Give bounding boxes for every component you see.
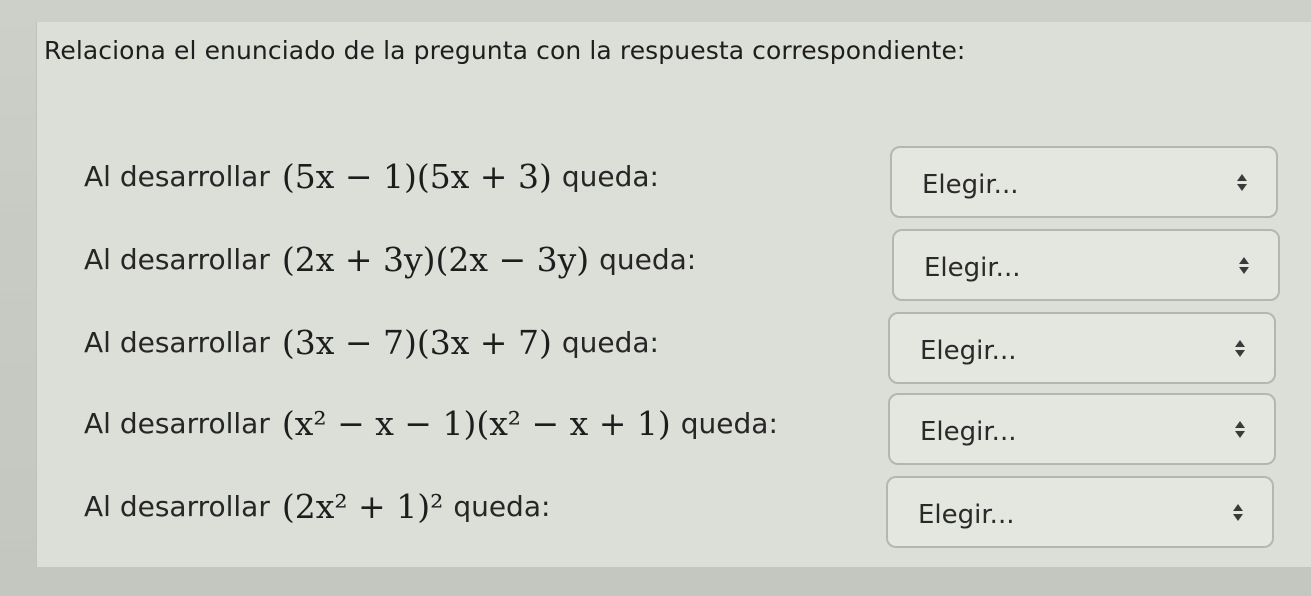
up-down-arrows-icon <box>1232 502 1244 524</box>
match-prompt: Al desarrollar (2x² + 1)² queda: <box>84 476 550 536</box>
up-down-arrows-icon <box>1234 419 1246 441</box>
prompt-lead: Al desarrollar <box>84 325 270 359</box>
answer-select[interactable]: Elegir... <box>892 229 1280 301</box>
match-row: Al desarrollar (x² − x − 1)(x² − x + 1) … <box>0 393 1311 473</box>
match-prompt: Al desarrollar (2x + 3y)(2x − 3y) queda: <box>84 229 696 289</box>
match-row: Al desarrollar (3x − 7)(3x + 7) queda: E… <box>0 312 1311 392</box>
prompt-tail: queda: <box>561 159 659 193</box>
answer-select[interactable]: Elegir... <box>886 476 1274 548</box>
up-down-arrows-icon <box>1238 255 1250 277</box>
match-prompt: Al desarrollar (x² − x − 1)(x² − x + 1) … <box>84 393 778 453</box>
up-down-arrows-icon <box>1234 338 1246 360</box>
prompt-tail: queda: <box>680 406 778 440</box>
answer-select[interactable]: Elegir... <box>888 312 1276 384</box>
answer-select[interactable]: Elegir... <box>890 146 1278 218</box>
prompt-lead: Al desarrollar <box>84 242 270 276</box>
select-value: Elegir... <box>918 500 1015 530</box>
select-value: Elegir... <box>924 253 1021 283</box>
prompt-lead: Al desarrollar <box>84 406 270 440</box>
match-row: Al desarrollar (5x − 1)(5x + 3) queda: E… <box>0 146 1311 226</box>
answer-select[interactable]: Elegir... <box>888 393 1276 465</box>
match-row: Al desarrollar (2x² + 1)² queda: Elegir.… <box>0 476 1311 556</box>
prompt-lead: Al desarrollar <box>84 159 270 193</box>
prompt-tail: queda: <box>561 325 659 359</box>
math-expression: (2x² + 1)² <box>281 486 444 526</box>
prompt-tail: queda: <box>453 489 551 523</box>
match-prompt: Al desarrollar (5x − 1)(5x + 3) queda: <box>84 146 659 206</box>
math-expression: (3x − 7)(3x + 7) <box>281 322 552 362</box>
prompt-tail: queda: <box>599 242 697 276</box>
prompt-lead: Al desarrollar <box>84 489 270 523</box>
select-value: Elegir... <box>920 417 1017 447</box>
question-instruction: Relaciona el enunciado de la pregunta co… <box>44 36 966 65</box>
math-expression: (x² − x − 1)(x² − x + 1) <box>281 403 671 443</box>
math-expression: (5x − 1)(5x + 3) <box>281 156 552 196</box>
select-value: Elegir... <box>920 336 1017 366</box>
math-expression: (2x + 3y)(2x − 3y) <box>281 239 590 279</box>
match-prompt: Al desarrollar (3x − 7)(3x + 7) queda: <box>84 312 659 372</box>
up-down-arrows-icon <box>1236 172 1248 194</box>
match-row: Al desarrollar (2x + 3y)(2x − 3y) queda:… <box>0 229 1311 309</box>
select-value: Elegir... <box>922 170 1019 200</box>
